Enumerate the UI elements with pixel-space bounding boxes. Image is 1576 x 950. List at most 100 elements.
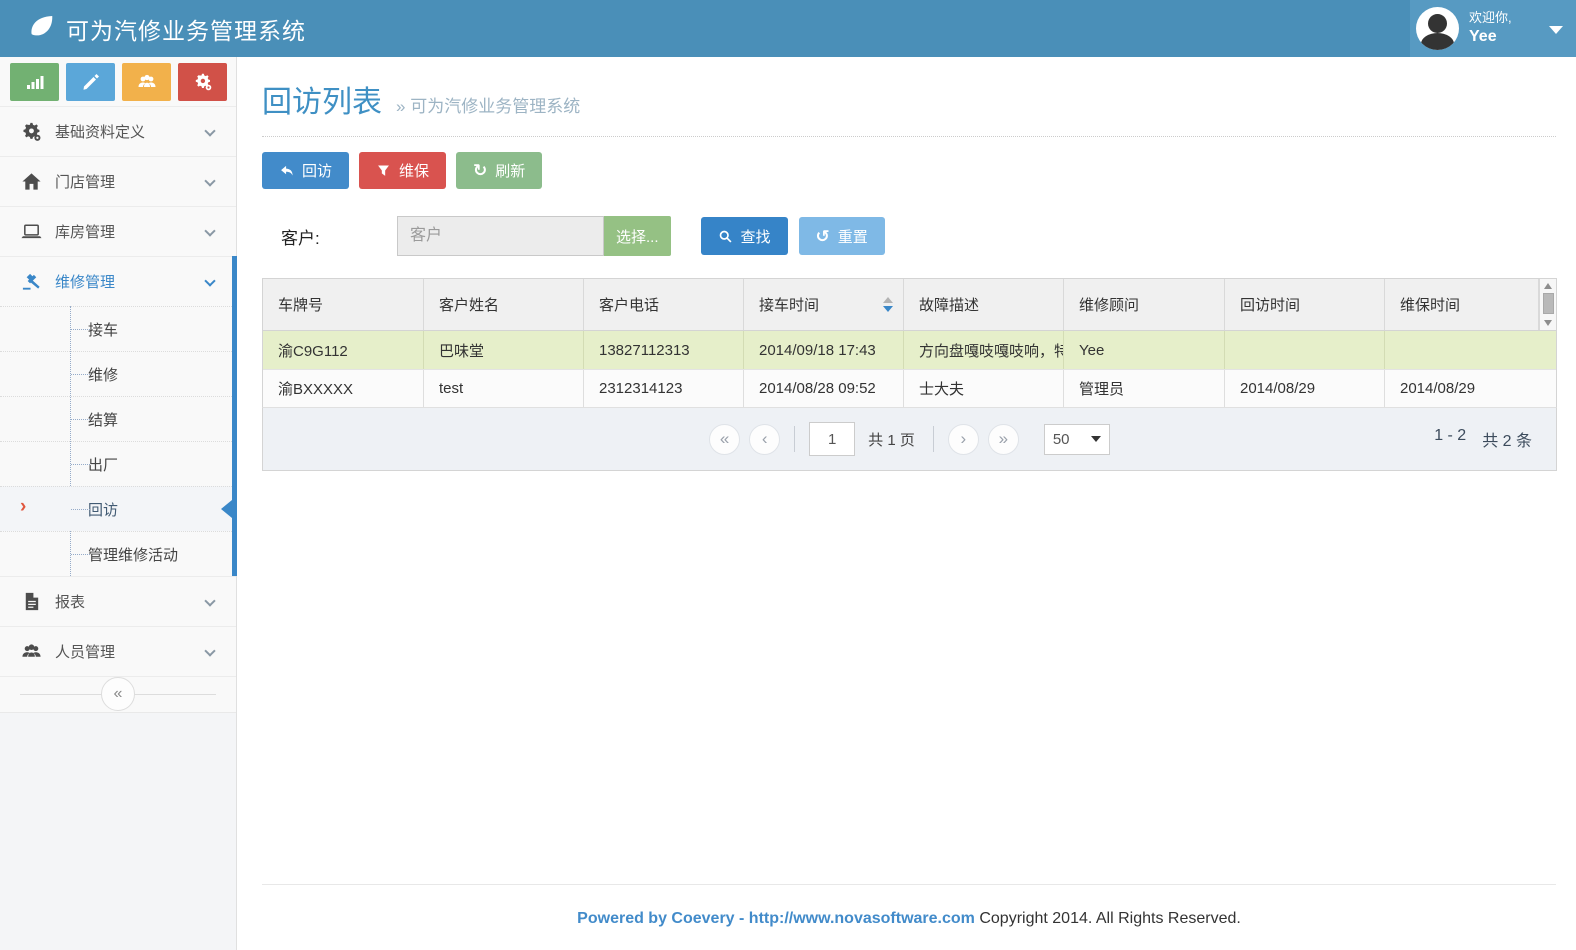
user-avatar (1416, 7, 1459, 50)
tree-connector (71, 509, 90, 510)
refresh-icon: ↻ (473, 162, 487, 179)
filter-funnel-icon (376, 163, 391, 178)
choose-customer-button[interactable]: 选择... (604, 216, 671, 256)
table-row-selected[interactable]: 渝C9G112 巴味堂 13827112313 2014/09/18 17:43… (263, 331, 1556, 369)
leaf-logo-icon (26, 11, 56, 46)
cell-fault-description: 士大夫 (904, 370, 1064, 407)
copyright-text: Copyright 2014. All Rights Reserved. (979, 910, 1240, 927)
button-label: 回访 (302, 160, 332, 181)
column-header-maintain-time[interactable]: 维保时间 (1385, 279, 1539, 330)
sidebar-subitem-settlement[interactable]: 结算 (0, 396, 236, 441)
column-header-customer-name[interactable]: 客户姓名 (424, 279, 584, 330)
cell-customer-name: 巴味堂 (424, 331, 584, 369)
breadcrumb: » 可为汽修业务管理系统 (396, 92, 580, 117)
sidebar-item-warehouse[interactable]: 库房管理 (0, 206, 236, 256)
page-size-select[interactable]: 50 (1044, 424, 1110, 455)
users-tile-button[interactable] (122, 63, 171, 101)
column-header-fault-description[interactable]: 故障描述 (904, 279, 1064, 330)
sidebar-group-repair: 维修管理 接车 维修 结算 出厂 › 回访 (0, 256, 236, 576)
sidebar-item-repair-management[interactable]: 维修管理 (0, 256, 236, 306)
reset-button[interactable]: ↺ 重置 (799, 217, 885, 255)
welcome-text: 欢迎你, (1469, 10, 1512, 26)
pencil-tile-button[interactable] (66, 63, 115, 101)
maintenance-button[interactable]: 维保 (359, 152, 446, 189)
sidebar-subitem-return-visit[interactable]: › 回访 (0, 486, 236, 531)
cell-visit-time (1225, 331, 1385, 369)
prev-page-button[interactable]: ‹ (749, 424, 780, 455)
gears-tile-button[interactable] (178, 63, 227, 101)
column-header-plate[interactable]: 车牌号 (263, 279, 424, 330)
sidebar-collapse-button[interactable]: « (101, 677, 135, 711)
scroll-thumb[interactable] (1543, 293, 1554, 314)
sort-icon[interactable] (883, 297, 893, 312)
button-label: 查找 (741, 226, 771, 247)
select-caret-icon (1091, 436, 1101, 442)
next-page-button[interactable]: › (948, 424, 979, 455)
column-header-advisor[interactable]: 维修顾问 (1064, 279, 1225, 330)
scroll-down-icon[interactable] (1544, 320, 1552, 326)
page-head: 回访列表 » 可为汽修业务管理系统 (262, 57, 1556, 121)
range-text: 1 - 2 (1434, 427, 1466, 451)
page-number-input[interactable] (809, 422, 855, 456)
top-header-bar: 可为汽修业务管理系统 欢迎你, Yee (0, 0, 1576, 57)
scroll-up-icon[interactable] (1544, 283, 1552, 289)
refresh-button[interactable]: ↻ 刷新 (456, 152, 542, 189)
search-icon (718, 229, 733, 244)
subitem-label: 结算 (88, 409, 118, 430)
sidebar-item-base-data[interactable]: 基础资料定义 (0, 106, 236, 156)
cell-visit-time: 2014/08/29 (1225, 370, 1385, 407)
sidebar-item-personnel[interactable]: 人员管理 (0, 626, 236, 676)
cell-customer-name: test (424, 370, 584, 407)
button-label: 刷新 (495, 160, 525, 181)
sidebar: 基础资料定义 门店管理 库房管理 维修管理 接车 (0, 57, 237, 950)
cell-plate: 渝C9G112 (263, 331, 424, 369)
powered-by-link[interactable]: Powered by Coevery - http://www.novasoft… (577, 910, 975, 927)
tree-connector (71, 464, 90, 465)
main-content: 回访列表 » 可为汽修业务管理系统 回访 维保 ↻ 刷新 客户: 选择... 查… (237, 57, 1576, 950)
pagination-bar: « ‹ 共 1 页 › » 50 1 - 2 共 2 条 (262, 407, 1557, 471)
chevron-down-icon (204, 225, 215, 236)
search-button[interactable]: 查找 (701, 217, 788, 255)
bar-chart-tile-button[interactable] (10, 63, 59, 101)
chevron-down-icon (204, 645, 215, 656)
column-header-receive-time[interactable]: 接车时间 (744, 279, 904, 330)
column-header-customer-phone[interactable]: 客户电话 (584, 279, 744, 330)
divider (262, 136, 1556, 137)
sidebar-item-label: 门店管理 (55, 171, 115, 192)
button-label: 重置 (838, 226, 868, 247)
sidebar-subitem-receive-car[interactable]: 接车 (0, 306, 236, 351)
tree-connector (71, 419, 90, 420)
sidebar-item-reports[interactable]: 报表 (0, 576, 236, 626)
first-page-button[interactable]: « (709, 424, 740, 455)
chevron-down-icon (204, 175, 215, 186)
table-row[interactable]: 渝BXXXXX test 2312314123 2014/08/28 09:52… (263, 369, 1556, 407)
user-dropdown-caret-icon (1549, 26, 1563, 34)
home-icon (19, 171, 43, 192)
sidebar-item-label: 报表 (55, 591, 85, 612)
app-brand: 可为汽修业务管理系统 (0, 11, 306, 46)
reply-arrow-icon (279, 163, 294, 178)
return-visit-button[interactable]: 回访 (262, 152, 349, 189)
sidebar-item-label: 维修管理 (55, 271, 115, 292)
table-scrollbar[interactable] (1539, 279, 1556, 330)
column-header-visit-time[interactable]: 回访时间 (1225, 279, 1385, 330)
cell-customer-phone: 2312314123 (584, 370, 744, 407)
laptop-icon (19, 221, 43, 242)
user-menu[interactable]: 欢迎你, Yee (1410, 0, 1576, 57)
sidebar-empty-area (0, 712, 236, 950)
last-page-button[interactable]: » (988, 424, 1019, 455)
sidebar-subitem-repair[interactable]: 维修 (0, 351, 236, 396)
tree-connector (71, 554, 90, 555)
sidebar-collapse-strip: « (0, 676, 236, 712)
customer-input[interactable] (397, 216, 604, 256)
quick-tiles (0, 57, 236, 106)
active-item-chevron-icon: › (20, 496, 26, 518)
breadcrumb-text: 可为汽修业务管理系统 (410, 97, 580, 116)
sidebar-item-stores[interactable]: 门店管理 (0, 156, 236, 206)
sidebar-subitem-manage-repair-activity[interactable]: 管理维修活动 (0, 531, 236, 576)
cell-maintain-time (1385, 331, 1556, 369)
chevron-down-icon (204, 275, 215, 286)
button-label: 维保 (399, 160, 429, 181)
sidebar-subitem-leave-factory[interactable]: 出厂 (0, 441, 236, 486)
customer-filter-label: 客户: (281, 224, 397, 249)
